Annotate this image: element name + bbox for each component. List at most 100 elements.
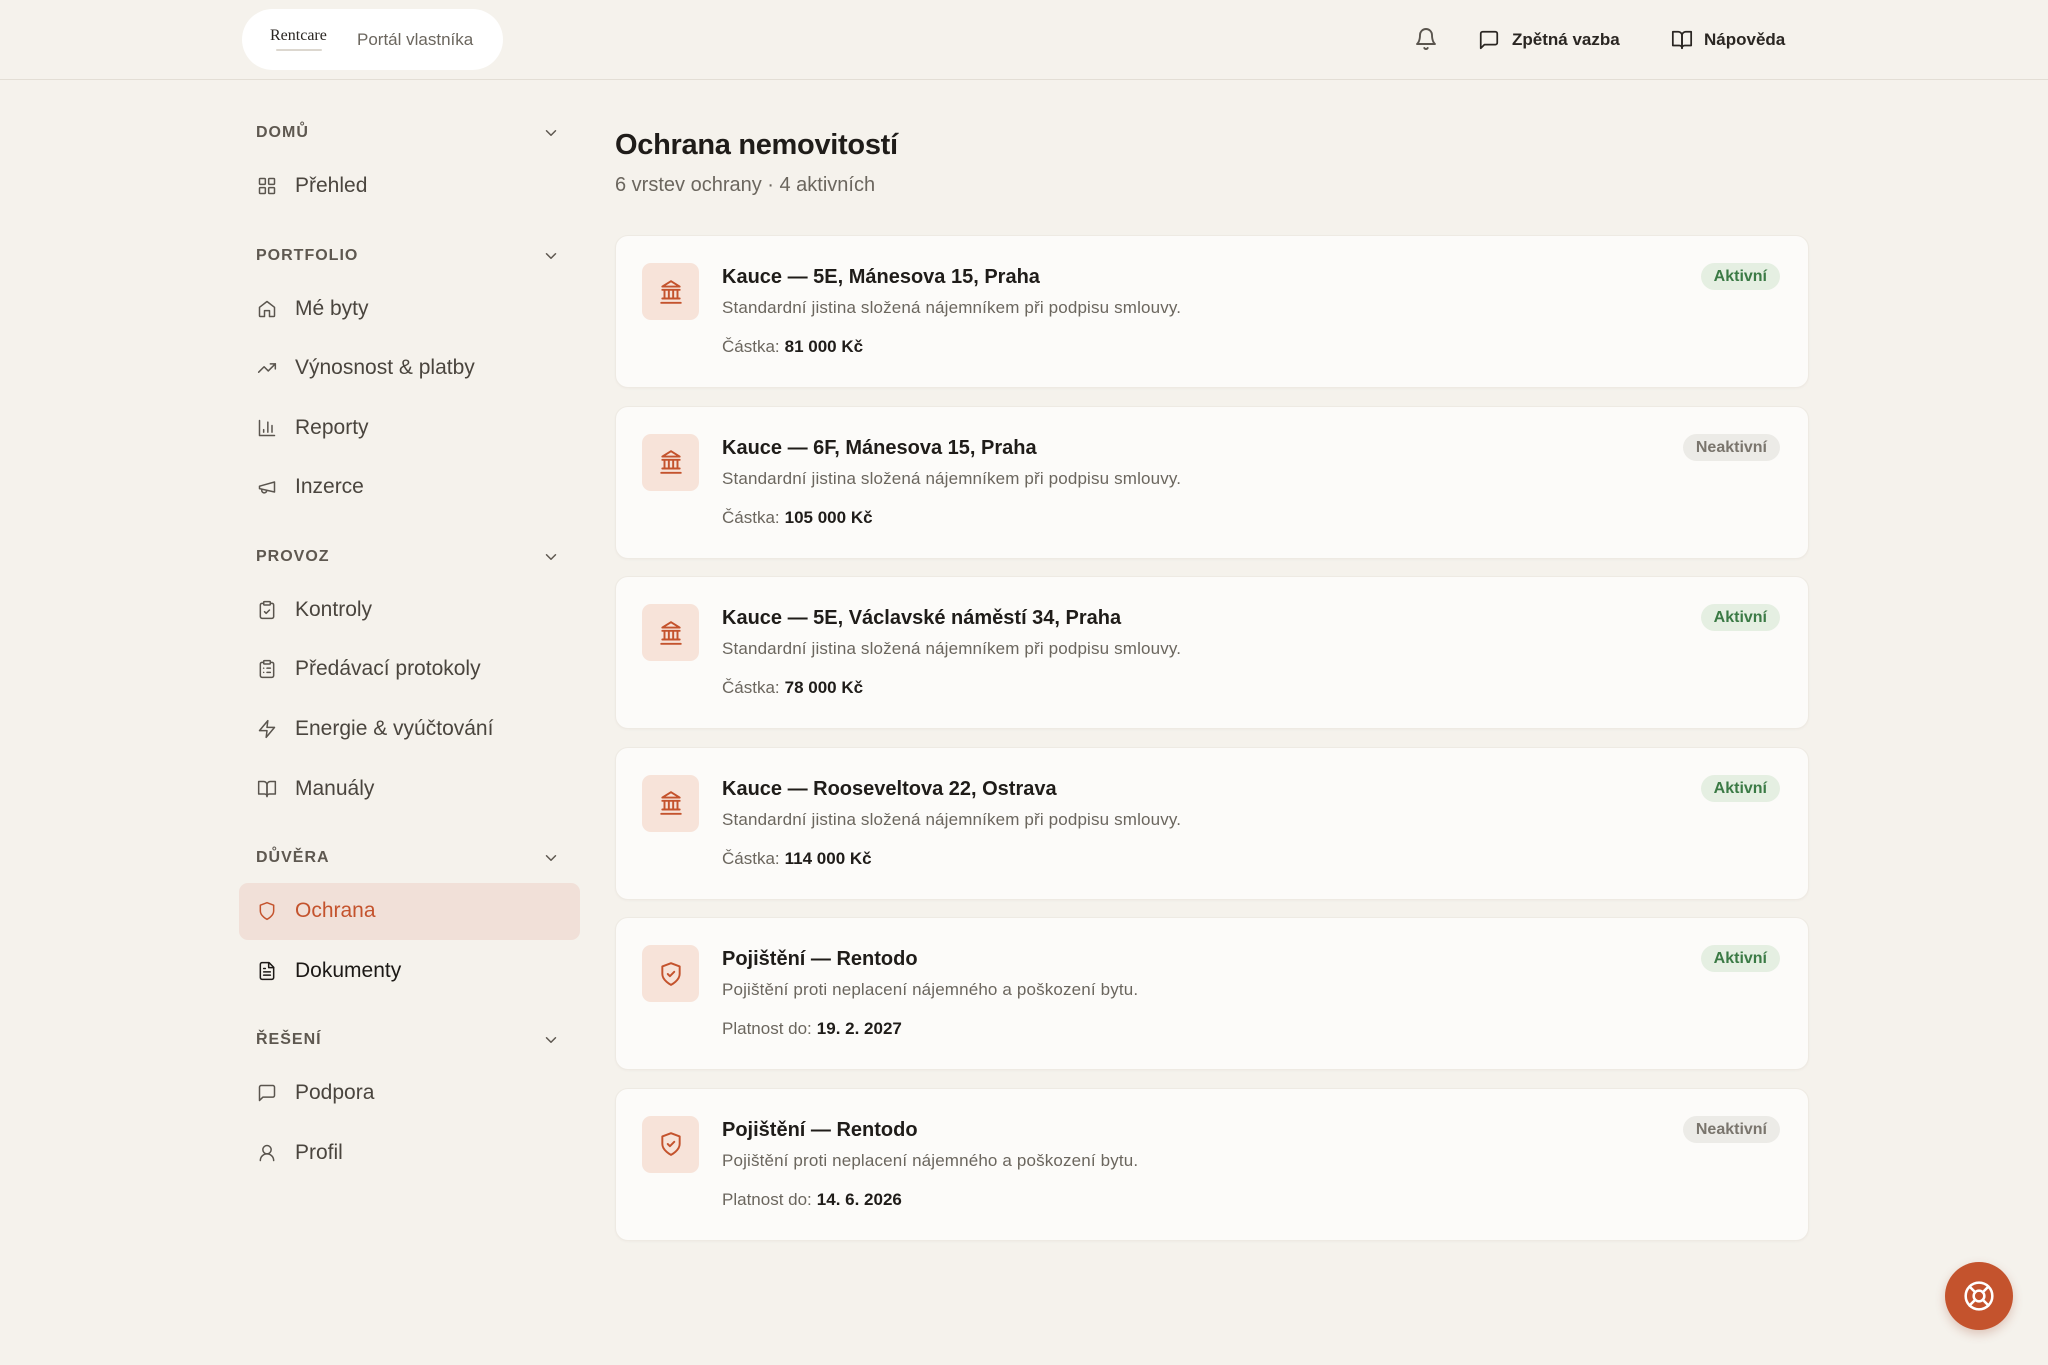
card-description: Standardní jistina složená nájemníkem př…	[722, 298, 1182, 317]
nav-section-provoz: PROVOZ Kontroly Předávací protokoly Energie…	[239, 545, 580, 817]
layout-grid-icon	[257, 176, 277, 196]
sidebar-item-label: Profil	[295, 1140, 343, 1164]
meta-label: Platnost do:	[722, 1189, 812, 1209]
sidebar-item-inzerce[interactable]: Inzerce	[239, 459, 580, 516]
protection-card[interactable]: Pojištění — Rentodo Pojištění proti nepla…	[615, 917, 1809, 1071]
chevron-down-icon[interactable]	[542, 124, 560, 142]
meta-label: Částka:	[722, 678, 780, 698]
sidebar-item-label: Přehled	[295, 174, 368, 197]
megaphone-icon	[257, 477, 277, 497]
section-header-provoz[interactable]: PROVOZ	[239, 545, 580, 569]
sidebar-item-podpora[interactable]: Podpora	[239, 1065, 580, 1122]
logo-tagline	[276, 49, 322, 51]
logo-home-link[interactable]: Rentcare Portál vlastníka	[242, 9, 503, 70]
bell-icon[interactable]	[1414, 27, 1438, 51]
chevron-down-icon[interactable]	[542, 548, 560, 566]
sidebar-item-label: Inzerce	[295, 475, 364, 499]
meta-value: 81 000 Kč	[784, 337, 864, 356]
card-icon-box	[642, 433, 699, 491]
card-title: Kauce — 5E, Mánesova 15, Praha	[722, 266, 1040, 288]
card-meta: Platnost do: 14. 6. 2026	[722, 1188, 902, 1212]
chevron-down-icon[interactable]	[542, 1031, 560, 1049]
protection-list: Kauce — 5E, Mánesova 15, Praha Standardní…	[615, 235, 1809, 1241]
card-description: Pojištění proti neplacení nájemného a po…	[722, 980, 1139, 1000]
support-fab-button[interactable]	[1945, 1262, 2013, 1330]
landmark-icon	[658, 620, 684, 646]
section-header-domu[interactable]: DOMŮ	[239, 121, 580, 145]
message-square-icon	[1478, 29, 1500, 51]
protection-card[interactable]: Kauce — 5E, Václavské náměstí 34, Praha S…	[615, 576, 1809, 730]
status-badge: Aktivní	[1700, 945, 1780, 973]
logo: Rentcare	[270, 27, 327, 44]
section-label: DOMŮ	[256, 124, 309, 141]
sidebar-item-label: Manuály	[295, 776, 375, 800]
card-meta: Platnost do: 19. 2. 2027	[722, 1017, 902, 1041]
sidebar-item-vynosnost-platby[interactable]: Výnosnost & platby	[239, 340, 580, 397]
sidebar-item-predavaci-protokoly[interactable]: Předávací protokoly	[239, 641, 580, 698]
feedback-button[interactable]: Zpětná vazba	[1478, 22, 1620, 58]
sidebar-item-energie-vyuctovani[interactable]: Energie & vyúčtování	[239, 700, 580, 757]
help-label: Nápověda	[1704, 30, 1786, 49]
meta-label: Částka:	[722, 337, 780, 356]
feedback-label: Zpětná vazba	[1512, 30, 1620, 49]
card-meta: Částka: 114 000 Kč	[722, 847, 872, 871]
card-title: Pojištění — Rentodo	[722, 948, 918, 971]
file-text-icon	[257, 961, 277, 981]
protection-card[interactable]: Pojištění — Rentodo Pojištění proti nepla…	[615, 1087, 1809, 1241]
protection-card[interactable]: Kauce — 6F, Mánesova 15, Praha Standardní…	[615, 405, 1809, 559]
nav-section-portfolio: PORTFOLIO Mé byty Výnosnost & platby Report…	[239, 244, 580, 516]
home-icon	[257, 299, 277, 319]
message-square-icon	[257, 1083, 277, 1103]
card-title: Kauce — Rooseveltova 22, Ostrava	[722, 777, 1057, 800]
sidebar-item-manualy[interactable]: Manuály	[239, 760, 580, 817]
card-meta: Částka: 81 000 Kč	[722, 335, 863, 359]
nav-section-duvera: DŮVĚRA Ochrana Dokumenty	[239, 846, 580, 999]
card-title: Pojištění — Rentodo	[722, 1118, 918, 1141]
sidebar-item-label: Reporty	[295, 415, 369, 439]
landmark-icon	[658, 790, 684, 816]
book-open-icon	[257, 779, 277, 799]
section-label: DŮVĚRA	[256, 849, 330, 867]
sidebar-item-profil[interactable]: Profil	[239, 1124, 580, 1181]
shield-icon	[257, 901, 277, 921]
section-header-reseni[interactable]: ŘEŠENÍ	[239, 1028, 580, 1052]
life-buoy-icon	[1963, 1280, 1995, 1312]
sidebar: DOMŮ Přehled PORTFOLIO Mé byty Výnosnost & p…	[239, 121, 580, 1210]
section-header-portfolio[interactable]: PORTFOLIO	[239, 244, 580, 268]
help-button[interactable]: Nápověda	[1671, 22, 1785, 58]
sidebar-item-prehled[interactable]: Přehled	[239, 158, 580, 215]
user-icon	[257, 1143, 277, 1163]
protection-card[interactable]: Kauce — Rooseveltova 22, Ostrava Standard…	[615, 746, 1809, 900]
card-title: Kauce — 5E, Václavské náměstí 34, Praha	[722, 607, 1122, 630]
clipboard-check-icon	[257, 600, 277, 620]
zap-icon	[257, 719, 277, 739]
main-content: Ochrana nemovitostí 6 vrstev ochrany · 4…	[615, 125, 1809, 1259]
card-description: Pojištění proti neplacení nájemného a po…	[722, 1150, 1139, 1170]
sidebar-item-label: Ochrana	[295, 899, 376, 923]
card-description: Standardní jistina složená nájemníkem př…	[722, 639, 1182, 659]
meta-value: 114 000 Kč	[784, 848, 872, 868]
meta-value: 14. 6. 2026	[816, 1189, 902, 1209]
section-header-duvera[interactable]: DŮVĚRA	[239, 846, 580, 870]
sidebar-item-kontroly[interactable]: Kontroly	[239, 581, 580, 638]
meta-label: Částka:	[722, 848, 780, 868]
sidebar-item-label: Výnosnost & platby	[295, 356, 475, 380]
clipboard-list-icon	[257, 659, 277, 679]
shield-check-icon	[658, 1131, 684, 1157]
nav-section-domu: DOMŮ Přehled	[239, 121, 580, 215]
card-description: Standardní jistina složená nájemníkem př…	[722, 468, 1182, 488]
card-meta: Částka: 105 000 Kč	[722, 506, 873, 530]
protection-card[interactable]: Kauce — 5E, Mánesova 15, Praha Standardní…	[615, 235, 1809, 388]
sidebar-item-label: Energie & vyúčtování	[295, 716, 494, 740]
sidebar-item-label: Předávací protokoly	[295, 657, 481, 681]
meta-label: Částka:	[722, 507, 780, 527]
sidebar-item-reporty[interactable]: Reporty	[239, 399, 580, 456]
chevron-down-icon[interactable]	[542, 849, 560, 867]
nav-section-reseni: ŘEŠENÍ Podpora Profil	[239, 1028, 580, 1181]
card-icon-box	[642, 263, 699, 320]
sidebar-item-ochrana[interactable]: Ochrana	[239, 882, 580, 940]
chevron-down-icon[interactable]	[542, 247, 560, 265]
sidebar-item-dokumenty[interactable]: Dokumenty	[239, 942, 580, 999]
card-meta: Částka: 78 000 Kč	[722, 676, 863, 700]
sidebar-item-me-byty[interactable]: Mé byty	[239, 280, 580, 337]
